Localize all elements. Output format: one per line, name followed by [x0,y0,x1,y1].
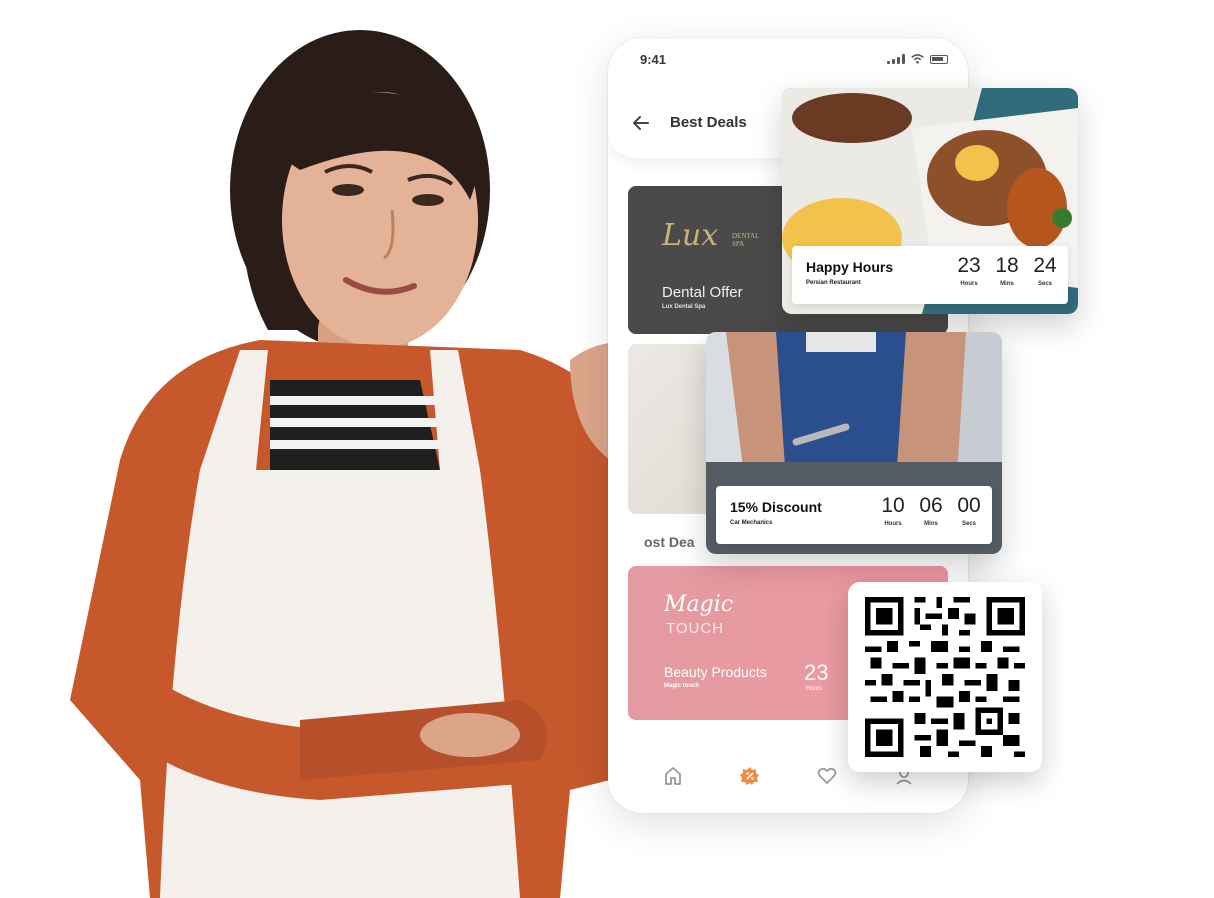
qr-code [865,597,1025,757]
timer-hours: 23 Hours [957,254,981,287]
timer-panel: Happy Hours Persian Restaurant 23 Hours 1… [792,246,1068,304]
timer-panel: 15% Discount Car Mechanics 10 Hours 06 Min… [716,486,992,544]
wifi-icon [911,54,924,64]
status-time: 9:41 [640,52,667,67]
timer-mins: 06 Mins [919,494,943,527]
deal-subtitle: Car Mechanics [730,520,773,526]
deal-subtitle: Magic touch [664,683,700,689]
timer-hours: 10 Hours [881,494,905,527]
back-arrow-icon[interactable] [630,112,652,134]
deal-title: Beauty Products [664,664,767,680]
deal-subtitle: Lux Dental Spa [662,304,706,310]
home-icon [664,767,681,785]
deal-title: Dental Offer [662,284,743,301]
deals-icon [739,767,759,785]
battery-icon [930,54,948,64]
nav-favorites[interactable] [815,764,839,788]
qr-code-card[interactable] [848,582,1042,772]
status-bar: 9:41 [608,38,968,82]
page-title: Best Deals [670,114,747,131]
signal-icon [887,54,905,64]
deal-card-happy-hours[interactable]: Happy Hours Persian Restaurant 23 Hours 1… [782,88,1078,314]
timer-hours-label: Hours [806,686,823,692]
beauty-logo-sub: TOUCH [666,620,725,637]
beauty-logo-script: Magic [664,592,734,617]
hero-stage: 9:41 Best Deals Lux DENTAL SPA Dental Of… [0,0,1214,898]
nav-deals[interactable] [738,764,762,788]
section-label: ost Dea [644,534,695,550]
deal-card-car-mechanics[interactable]: 15% Discount Car Mechanics 10 Hours 06 Min… [706,332,1002,554]
deal-title: 15% Discount [730,499,822,515]
timer-secs: 00 Secs [957,494,981,527]
timer-mins: 18 Mins [995,254,1019,287]
timer-hours: 23 [804,660,829,685]
dental-logo-script: Lux [662,218,719,253]
status-icons [887,54,948,64]
countdown-timer: 23 Hours 18 Mins 24 Secs [956,254,1058,287]
deal-subtitle: Persian Restaurant [806,280,861,286]
heart-icon [817,767,836,784]
dental-logo-sub: DENTAL SPA [732,232,760,248]
deal-title: Happy Hours [806,259,894,275]
countdown-timer: 10 Hours 06 Mins 00 Secs [880,494,982,527]
nav-home[interactable] [661,764,685,788]
timer-secs: 24 Secs [1033,254,1057,287]
